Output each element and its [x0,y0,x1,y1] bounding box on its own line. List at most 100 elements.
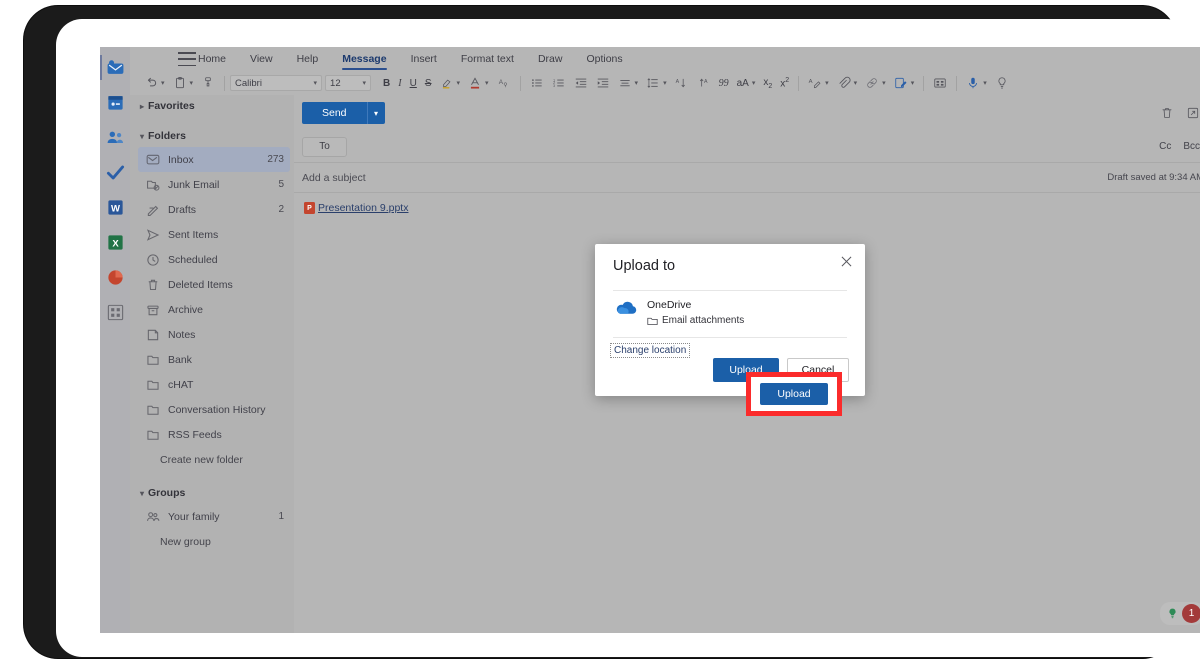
ribbon-tab-options[interactable]: Options [574,47,634,71]
people-app-button[interactable] [100,120,130,155]
font-size-select[interactable]: 12 ▾ [325,75,372,91]
microphone-icon [969,77,978,89]
svg-text:A: A [704,79,708,85]
sidebar-item-drafts[interactable]: Drafts 2 [138,197,290,222]
sidebar-item-notes[interactable]: Notes [138,322,290,347]
cc-button[interactable]: Cc [1153,141,1177,152]
bcc-button[interactable]: Bcc [1177,141,1200,152]
align-button[interactable]: ▾ [614,72,643,94]
ribbon-tab-help[interactable]: Help [285,47,331,71]
sidebar-item-chat[interactable]: cHAT [138,372,290,397]
font-family-select[interactable]: Calibri ▾ [230,75,323,91]
superscript-button[interactable]: x2 [776,72,793,94]
bulleted-list-button[interactable] [526,72,548,94]
chevron-down-icon[interactable]: ▾ [752,79,756,87]
sidebar-item-conversation-history[interactable]: Conversation History [138,397,290,422]
change-case-button[interactable]: aA ▾ [733,72,760,94]
upload-button-highlighted[interactable]: Upload [760,383,828,405]
sidebar-item-deleted-items[interactable]: Deleted Items [138,272,290,297]
excel-app-button[interactable]: X [100,225,130,260]
font-color-button[interactable]: ▾ [464,72,493,94]
sidebar-section-favorites[interactable]: ▸ Favorites [130,95,294,117]
chevron-down-icon[interactable]: ▾ [911,79,915,87]
decrease-indent-button[interactable] [570,72,592,94]
chevron-down-icon[interactable]: ▾ [825,79,829,87]
sidebar-item-inbox[interactable]: Inbox 273 [138,147,290,172]
italic-button[interactable]: I [394,72,405,94]
quote-button[interactable]: 99 [715,72,733,94]
to-field-button[interactable]: To [302,136,347,157]
numbered-list-button[interactable]: 1 2 3 [548,72,570,94]
sidebar-item-sent-items[interactable]: Sent Items [138,222,290,247]
notification-badge[interactable]: 1 [1182,604,1200,623]
apps-grid-button[interactable] [100,295,130,330]
upload-button-highlight-inner: Upload [756,382,832,406]
ribbon-tab-home[interactable]: Home [186,47,238,71]
chevron-down-icon[interactable]: ▾ [485,79,489,87]
folder-icon [147,430,159,440]
chevron-down-icon[interactable]: ▾ [161,79,165,87]
attach-file-button[interactable]: ▾ [833,72,862,94]
chevron-down-icon[interactable]: ▾ [635,79,639,87]
signature-button[interactable]: ▾ [890,72,919,94]
tips-button[interactable] [1163,605,1181,623]
ribbon-tab-format-text[interactable]: Format text [449,47,526,71]
calendar-app-button[interactable] [100,85,130,120]
subscript-button[interactable]: x2 [759,72,776,94]
strikethrough-button[interactable]: S [421,72,436,94]
mail-app-button[interactable] [100,50,130,85]
word-app-button[interactable]: W [100,190,130,225]
bold-button[interactable]: B [379,72,394,94]
sidebar-item-rss-feeds[interactable]: RSS Feeds [138,422,290,447]
ideas-button[interactable] [991,72,1013,94]
insert-link-button[interactable]: ▾ [861,72,890,94]
powerpoint-app-button[interactable] [100,260,130,295]
line-spacing-button[interactable]: ▾ [642,72,671,94]
sidebar-group-your-family[interactable]: Your family 1 [138,504,290,529]
sidebar-item-bank[interactable]: Bank [138,347,290,372]
chevron-down-icon[interactable]: ▾ [854,79,858,87]
dialog-title: Upload to [613,258,676,274]
send-options-chevron-down-icon[interactable]: ▾ [366,102,385,124]
sidebar-item-scheduled[interactable]: Scheduled [138,247,290,272]
format-painter-button[interactable] [197,72,219,94]
dictate-button[interactable]: ▾ [962,72,991,94]
send-button[interactable]: Send [302,102,367,124]
sidebar-item-junk-email[interactable]: Junk Email 5 [138,172,290,197]
ribbon-tab-insert[interactable]: Insert [399,47,449,71]
change-location-link[interactable]: Change location [610,343,691,358]
destination-row[interactable]: OneDrive Email attachments [613,298,847,326]
chevron-down-icon[interactable]: ▾ [983,79,987,87]
send-split-button[interactable]: Send ▾ [302,102,385,124]
chevron-down-icon[interactable]: ▾ [457,79,461,87]
toolbar-divider [798,75,800,91]
destination-name: OneDrive [647,299,692,311]
sidebar-section-groups[interactable]: ▾ Groups [130,482,294,504]
insert-table-button[interactable] [929,72,951,94]
ribbon-tab-view[interactable]: View [238,47,285,71]
create-new-folder-button[interactable]: Create new folder [130,447,294,472]
chevron-down-icon[interactable]: ▾ [882,79,886,87]
chevron-down-icon[interactable]: ▾ [190,79,194,87]
highlight-color-button[interactable]: ▾ [436,72,465,94]
undo-button[interactable]: ▾ [140,72,169,94]
sort-descending-button[interactable]: A [693,72,715,94]
ribbon-tab-message[interactable]: Message [330,47,398,71]
subject-row[interactable]: Add a subject Draft saved at 9:34 AM [294,163,1200,193]
sidebar-section-folders[interactable]: ▾ Folders [130,125,294,147]
clear-formatting-button[interactable]: A ⚲ [493,72,515,94]
increase-indent-button[interactable] [592,72,614,94]
attachment-file-name[interactable]: Presentation 9.pptx [318,202,408,214]
new-group-button[interactable]: New group [130,529,294,554]
sort-ascending-button[interactable]: A [671,72,693,94]
popout-button[interactable] [1180,106,1200,120]
todo-app-button[interactable] [100,155,130,190]
styles-button[interactable]: A ▾ [804,72,833,94]
close-icon[interactable] [837,252,855,270]
sidebar-item-archive[interactable]: Archive [138,297,290,322]
discard-draft-button[interactable] [1154,106,1180,120]
paste-button[interactable]: ▾ [169,72,198,94]
underline-button[interactable]: U [406,72,421,94]
ribbon-tab-draw[interactable]: Draw [526,47,575,71]
chevron-down-icon[interactable]: ▾ [663,79,667,87]
